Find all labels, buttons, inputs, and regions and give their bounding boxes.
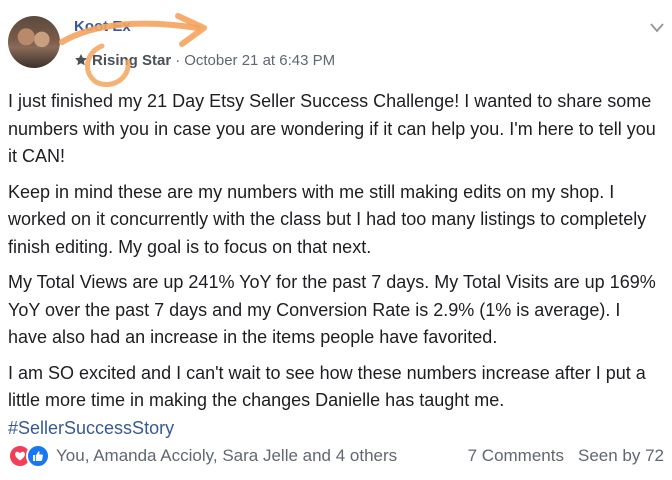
comments-count[interactable]: 7 Comments (468, 446, 564, 466)
footer-stats: 7 Comments Seen by 72 (468, 446, 664, 466)
post-paragraph: Keep in mind these are my numbers with m… (8, 181, 647, 257)
post-paragraph: I just finished my 21 Day Etsy Seller Su… (8, 91, 656, 166)
reactors-text[interactable]: You, Amanda Accioly, Sara Jelle and 4 ot… (56, 446, 397, 466)
facebook-post: Koot Ex Rising Star · October 21 at 6:43… (0, 0, 672, 480)
post-body: I just finished my 21 Day Etsy Seller Su… (8, 88, 664, 450)
post-timestamp[interactable]: October 21 at 6:43 PM (184, 52, 335, 69)
star-icon (74, 53, 88, 67)
hashtag-link[interactable]: #SellerSuccessStory (8, 418, 174, 438)
post-paragraph: My Total Views are up 241% YoY for the p… (8, 272, 656, 347)
post-meta: Rising Star · October 21 at 6:43 PM (74, 50, 335, 70)
reaction-icons[interactable] (8, 444, 50, 468)
post-footer: You, Amanda Accioly, Sara Jelle and 4 ot… (8, 443, 664, 469)
chevron-down-icon[interactable] (650, 20, 664, 33)
post-paragraph-text: I am SO excited and I can't wait to see … (8, 362, 646, 411)
thumbs-up-icon (26, 444, 50, 468)
avatar[interactable] (8, 16, 60, 68)
seen-by-count[interactable]: Seen by 72 (578, 446, 664, 466)
author-name[interactable]: Koot Ex (74, 18, 131, 35)
post-paragraph: I am SO excited and I can't wait to see … (8, 360, 664, 443)
meta-separator: · (175, 51, 181, 69)
member-badge[interactable]: Rising Star (92, 52, 171, 69)
